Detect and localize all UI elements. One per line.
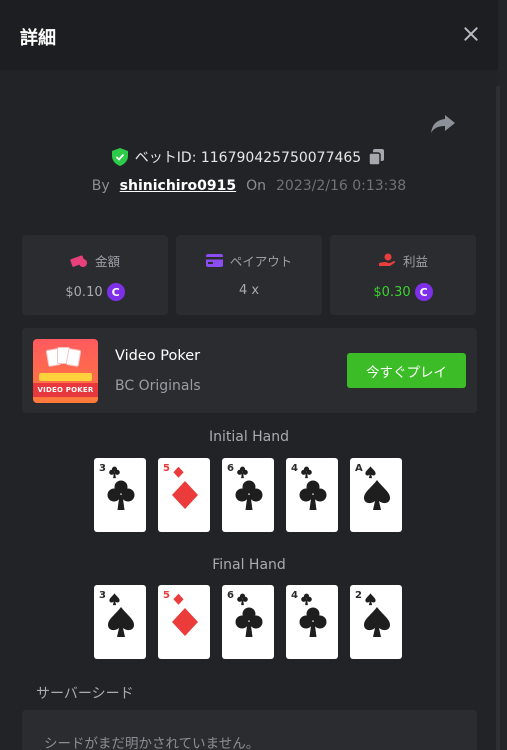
coin-icon: C xyxy=(414,283,433,301)
final-hand-cards: 3 5 6 4 2 xyxy=(94,585,402,659)
stat-label: 金額 xyxy=(94,254,120,269)
stat-label: 利益 xyxy=(402,254,428,269)
stat-amount: 金額 $0.10 C xyxy=(22,235,168,315)
username-link[interactable]: shinichiro0915 xyxy=(120,178,236,194)
clubs-suit-icon xyxy=(301,464,312,479)
clubs-suit-icon xyxy=(237,464,248,479)
game-card: VIDEO POKER Video Poker BC Originals 今すぐ… xyxy=(22,328,477,413)
diamonds-suit-icon xyxy=(171,479,199,511)
playing-card: 3 xyxy=(94,585,146,659)
play-now-button[interactable]: 今すぐプレイ xyxy=(347,353,466,388)
clubs-suit-icon xyxy=(109,464,120,479)
spades-suit-icon xyxy=(363,606,391,638)
verified-shield-icon xyxy=(111,148,128,166)
card-rank: 6 xyxy=(227,590,234,601)
playing-card: 2 xyxy=(350,585,402,659)
spades-suit-icon xyxy=(107,606,135,638)
server-seed-text: シードがまだ明かされていません。 xyxy=(44,736,260,750)
video-poker-thumbnail[interactable]: VIDEO POKER xyxy=(33,339,98,403)
card-rank: 3 xyxy=(99,590,106,601)
card-rank: 2 xyxy=(355,590,362,601)
spades-suit-icon xyxy=(365,464,376,479)
card-rank: 4 xyxy=(291,463,298,474)
thumbnail-label: VIDEO POKER xyxy=(33,383,98,397)
stat-profit: 利益 $0.30 C xyxy=(330,235,476,315)
card-rank: 5 xyxy=(163,463,170,474)
coin-icon: C xyxy=(106,283,125,301)
card-rank: 3 xyxy=(99,463,106,474)
clubs-suit-icon xyxy=(299,479,327,511)
bet-detail-modal: 詳細 ベットID: 116790425750077465 By shinichi… xyxy=(0,0,500,750)
diamonds-suit-icon xyxy=(173,591,184,606)
initial-hand-title: Initial Hand xyxy=(208,429,290,445)
initial-hand-cards: 3 5 6 4 A xyxy=(94,458,402,532)
playing-card: 6 xyxy=(222,585,274,659)
copy-icon[interactable] xyxy=(368,148,386,166)
spades-suit-icon xyxy=(109,591,120,606)
clubs-suit-icon xyxy=(235,606,263,638)
playing-card: 4 xyxy=(286,458,338,532)
card-rank: A xyxy=(355,463,363,474)
playing-card: 5 xyxy=(158,585,210,659)
clubs-suit-icon xyxy=(237,591,248,606)
game-provider: BC Originals xyxy=(115,378,201,394)
server-seed-label: サーバーシード xyxy=(36,686,134,702)
clubs-suit-icon xyxy=(107,479,135,511)
stat-payout: ペイアウト 4 x xyxy=(176,235,322,315)
game-name: Video Poker xyxy=(115,348,201,364)
clubs-suit-icon xyxy=(235,479,263,511)
share-icon[interactable] xyxy=(430,113,456,135)
stat-value: $0.30 xyxy=(373,284,411,300)
close-icon[interactable] xyxy=(460,24,482,46)
card-rank: 5 xyxy=(163,590,170,601)
final-hand-title: Final Hand xyxy=(212,557,286,573)
stat-value: 4 x xyxy=(238,283,260,298)
clubs-suit-icon xyxy=(301,591,312,606)
playing-card: 4 xyxy=(286,585,338,659)
stat-value: $0.10 xyxy=(65,284,103,300)
bet-id-text: ベットID: 116790425750077465 xyxy=(134,150,362,166)
playing-card: A xyxy=(350,458,402,532)
by-label: By xyxy=(91,178,110,194)
profit-hand-icon xyxy=(378,253,396,266)
modal-title: 詳細 xyxy=(20,28,56,49)
stat-label: ペイアウト xyxy=(229,254,293,269)
bet-datetime: 2023/2/16 0:13:38 xyxy=(276,178,407,194)
money-icon xyxy=(70,254,87,267)
bet-author-row: By shinichiro0915 On 2023/2/16 0:13:38 xyxy=(0,175,498,197)
spades-suit-icon xyxy=(365,591,376,606)
card-rank: 4 xyxy=(291,590,298,601)
diamonds-suit-icon xyxy=(171,606,199,638)
playing-card: 5 xyxy=(158,458,210,532)
modal-header: 詳細 xyxy=(0,0,498,70)
playing-card: 6 xyxy=(222,458,274,532)
spades-suit-icon xyxy=(363,479,391,511)
card-rank: 6 xyxy=(227,463,234,474)
on-label: On xyxy=(246,178,266,194)
bet-id-row: ベットID: 116790425750077465 xyxy=(0,146,498,168)
diamonds-suit-icon xyxy=(173,464,184,479)
card-payout-icon xyxy=(205,254,223,267)
playing-card: 3 xyxy=(94,458,146,532)
clubs-suit-icon xyxy=(299,606,327,638)
server-seed-box: シードがまだ明かされていません。 xyxy=(22,710,477,750)
